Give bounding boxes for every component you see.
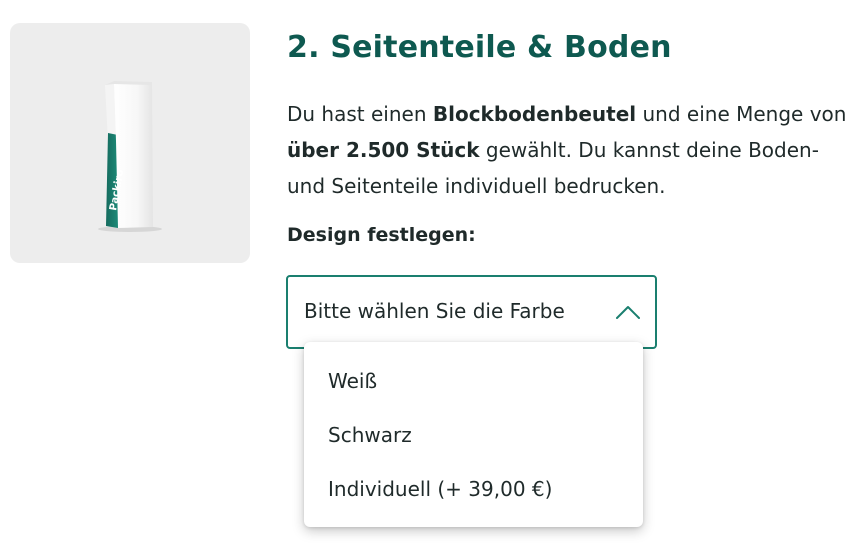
description-bag-type: Blockbodenbeutel [432, 102, 637, 126]
section-title: 2. Seitenteile & Boden [287, 30, 672, 65]
content: 2. Seitenteile & Boden Du hast einen Blo… [287, 24, 847, 249]
chevron-up-icon[interactable] [615, 304, 641, 320]
pouch-illustration: Packiro [98, 81, 162, 232]
color-dropdown-menu: Weiß Schwarz Individuell (+ 39,00 €) [304, 342, 643, 527]
color-select[interactable]: Bitte wählen Sie die Farbe [286, 275, 657, 349]
section-description: Du hast einen Blockbodenbeutel und eine … [287, 96, 847, 204]
option-individuell[interactable]: Individuell (+ 39,00 €) [328, 477, 552, 501]
description-text-2: und eine Menge von [636, 102, 847, 126]
option-weiss[interactable]: Weiß [328, 369, 377, 393]
product-image: Packiro [10, 23, 250, 263]
option-schwarz[interactable]: Schwarz [328, 423, 412, 447]
color-select-placeholder: Bitte wählen Sie die Farbe [304, 299, 565, 323]
description-quantity: über 2.500 Stück [287, 138, 480, 162]
page: Packiro 2. Seitenteile & Boden Du hast e… [0, 0, 856, 556]
description-text-1: Du hast einen [287, 102, 433, 126]
design-label: Design festlegen: [287, 224, 476, 246]
